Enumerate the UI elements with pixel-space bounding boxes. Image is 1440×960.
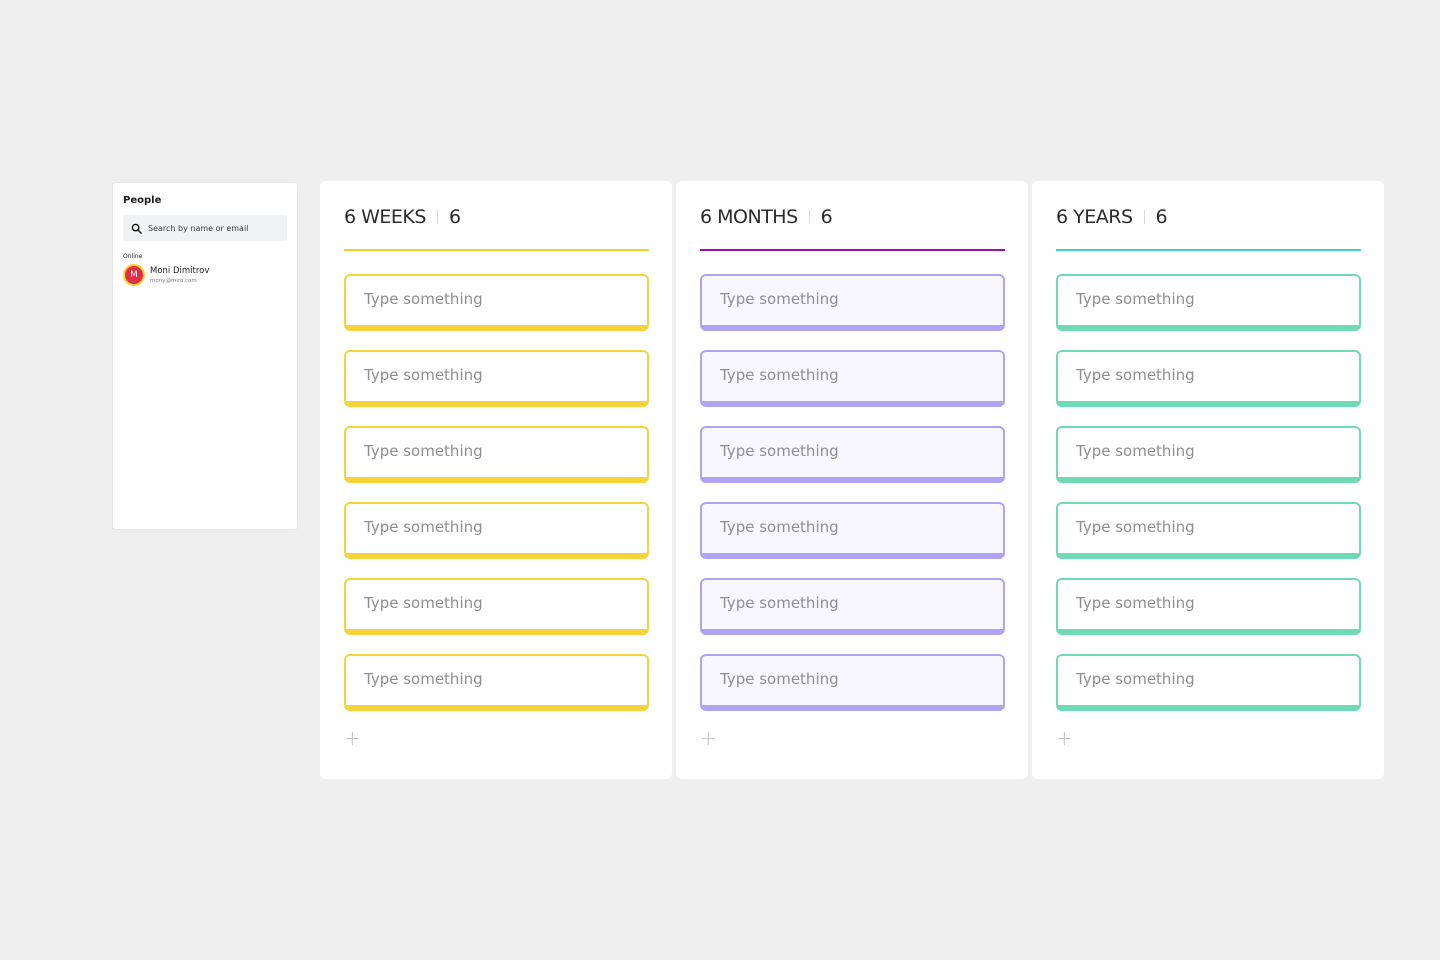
column-accent-rule [1056, 249, 1361, 251]
online-section-label: Online [123, 253, 143, 260]
card[interactable]: Type something [700, 426, 1005, 483]
card[interactable]: Type something [700, 654, 1005, 711]
column-accent-rule [700, 249, 1005, 251]
user-name: Moni Dimitrov [150, 265, 210, 276]
column-header: 6 MONTHS 6 [700, 181, 1004, 249]
user-list-item[interactable]: M Moni Dimitrov mony@miro.com [123, 264, 287, 286]
card[interactable]: Type something [700, 502, 1005, 559]
header-divider [808, 209, 810, 224]
add-card-button[interactable]: + [700, 728, 717, 748]
people-panel: People Online M Moni Dimitrov mony@miro.… [112, 182, 298, 530]
card[interactable]: Type something [700, 274, 1005, 331]
card[interactable]: Type something [344, 426, 649, 483]
add-card-button[interactable]: + [344, 728, 361, 748]
people-title: People [123, 195, 162, 206]
column-accent-rule [344, 249, 649, 251]
card[interactable]: Type something [1056, 350, 1361, 407]
column-6-years: 6 YEARS 6 Type something Type something … [1032, 181, 1384, 779]
column-title[interactable]: 6 MONTHS [700, 206, 798, 228]
people-search[interactable] [123, 215, 287, 241]
card[interactable]: Type something [344, 654, 649, 711]
card-list: Type something Type something Type somet… [344, 274, 649, 711]
card[interactable]: Type something [700, 350, 1005, 407]
card-list: Type something Type something Type somet… [1056, 274, 1361, 711]
card[interactable]: Type something [1056, 654, 1361, 711]
column-title[interactable]: 6 WEEKS [344, 206, 426, 228]
column-header: 6 WEEKS 6 [344, 181, 648, 249]
column-6-weeks: 6 WEEKS 6 Type something Type something … [320, 181, 672, 779]
column-count: 6 [1155, 205, 1168, 228]
card[interactable]: Type something [344, 578, 649, 635]
column-header: 6 YEARS 6 [1056, 181, 1360, 249]
card[interactable]: Type something [1056, 502, 1361, 559]
card[interactable]: Type something [1056, 578, 1361, 635]
card[interactable]: Type something [344, 502, 649, 559]
header-divider [436, 209, 438, 224]
add-card-button[interactable]: + [1056, 728, 1073, 748]
header-divider [1143, 209, 1145, 224]
search-input[interactable] [148, 223, 279, 233]
card[interactable]: Type something [344, 274, 649, 331]
card-list: Type something Type something Type somet… [700, 274, 1005, 711]
card[interactable]: Type something [344, 350, 649, 407]
column-6-months: 6 MONTHS 6 Type something Type something… [676, 181, 1028, 779]
search-icon [131, 223, 142, 234]
card[interactable]: Type something [1056, 274, 1361, 331]
avatar: M [123, 264, 145, 286]
column-count: 6 [820, 205, 833, 228]
column-count: 6 [448, 205, 461, 228]
column-title[interactable]: 6 YEARS [1056, 206, 1133, 228]
card[interactable]: Type something [1056, 426, 1361, 483]
user-email: mony@miro.com [150, 277, 197, 284]
card[interactable]: Type something [700, 578, 1005, 635]
